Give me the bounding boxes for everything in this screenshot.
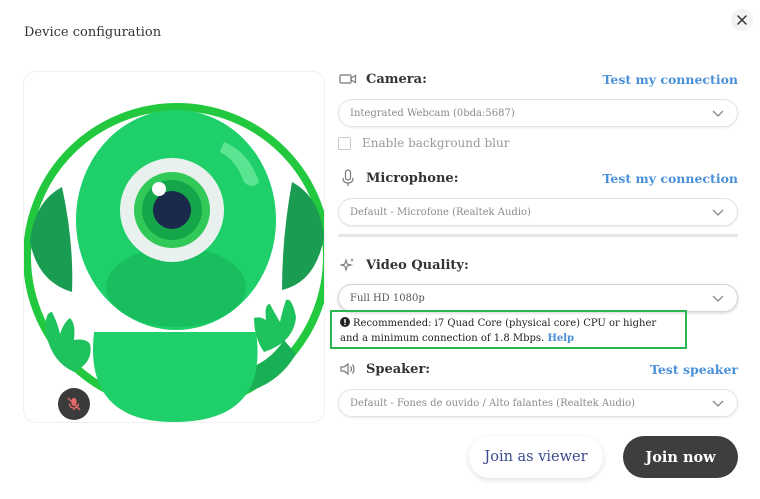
join-now-button[interactable]: Join now — [623, 436, 738, 478]
speaker-select[interactable]: Default - Fones de ouvido / Alto falante… — [338, 389, 738, 417]
microphone-select[interactable]: Default - Microfone (Realtek Audio) — [338, 198, 738, 226]
chevron-down-icon — [712, 209, 724, 216]
speaker-label: Speaker: — [366, 361, 431, 377]
microphone-select-value: Default - Microfone (Realtek Audio) — [350, 206, 531, 218]
test-speaker-link[interactable]: Test speaker — [650, 362, 738, 377]
microphone-toggle-button[interactable] — [58, 388, 90, 420]
dialog-title: Device configuration — [24, 25, 162, 40]
mascot-avatar-image — [24, 103, 324, 422]
close-icon — [737, 15, 747, 25]
microphone-label: Microphone: — [366, 170, 459, 186]
chevron-down-icon — [712, 400, 724, 407]
device-configuration-dialog: Device configuration Camera: Test my con… — [0, 0, 760, 499]
camera-test-connection-link[interactable]: Test my connection — [603, 72, 738, 87]
microphone-muted-icon — [67, 397, 81, 411]
sparkle-icon — [338, 256, 358, 274]
chevron-down-icon — [712, 110, 724, 117]
video-quality-label-row: Video Quality: — [338, 255, 469, 275]
camera-label-row: Camera: — [338, 69, 427, 89]
microphone-label-row: Microphone: — [338, 168, 459, 188]
video-quality-select-value: Full HD 1080p — [350, 292, 425, 304]
recommendation-text: Recommended: i7 Quad Core (physical core… — [340, 318, 657, 344]
speaker-select-value: Default - Fones de ouvido / Alto falante… — [350, 397, 636, 409]
chevron-down-icon — [712, 295, 724, 302]
camera-label: Camera: — [366, 71, 427, 87]
video-quality-recommendation-notice: Recommended: i7 Quad Core (physical core… — [330, 310, 687, 349]
video-quality-select[interactable]: Full HD 1080p — [338, 284, 738, 312]
microphone-test-connection-link[interactable]: Test my connection — [603, 171, 738, 186]
help-link[interactable]: Help — [547, 333, 574, 344]
background-blur-row: Enable background blur — [338, 134, 510, 152]
camera-preview — [24, 72, 324, 422]
background-blur-checkbox[interactable] — [338, 136, 351, 150]
join-as-viewer-button[interactable]: Join as viewer — [469, 436, 603, 478]
video-quality-label: Video Quality: — [366, 257, 469, 273]
camera-select-value: Integrated Webcam (0bda:5687) — [350, 107, 515, 119]
camera-select[interactable]: Integrated Webcam (0bda:5687) — [338, 99, 738, 127]
warning-icon — [340, 317, 350, 327]
video-camera-icon — [338, 70, 358, 88]
background-blur-label: Enable background blur — [362, 136, 510, 150]
speaker-icon — [338, 360, 358, 378]
microphone-icon — [338, 169, 358, 187]
microphone-level-meter — [338, 234, 738, 237]
close-button[interactable] — [731, 9, 753, 31]
speaker-label-row: Speaker: — [338, 359, 430, 379]
